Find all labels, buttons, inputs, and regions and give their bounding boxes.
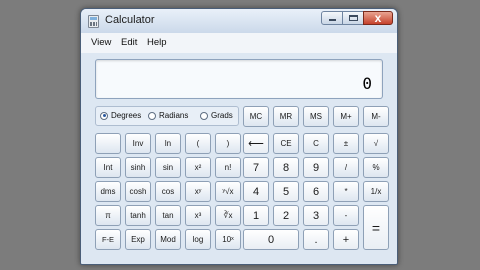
cube-root-button[interactable]: ∛x (215, 205, 241, 226)
inv-button[interactable]: Inv (125, 133, 151, 154)
radio-dot (200, 111, 208, 120)
pi-button[interactable]: π (95, 205, 121, 226)
open-paren-button[interactable]: ( (185, 133, 211, 154)
angle-mode-group: Degrees Radians Grads (95, 106, 239, 126)
ten-power-button[interactable]: 10ˣ (215, 229, 241, 250)
menu-edit[interactable]: Edit (121, 37, 137, 48)
yroot-button[interactable]: ʸ√x (215, 181, 241, 202)
minimize-button[interactable] (321, 11, 343, 25)
sinh-button[interactable]: sinh (125, 157, 151, 178)
maximize-button[interactable] (342, 11, 364, 25)
radio-dot (148, 111, 156, 120)
log-button[interactable]: log (185, 229, 211, 250)
sin-button[interactable]: sin (155, 157, 181, 178)
calculator-icon (88, 15, 99, 28)
fe-button[interactable]: F-E (95, 229, 121, 250)
blank-button[interactable] (95, 133, 121, 154)
c-button[interactable]: C (303, 133, 329, 154)
radio-label: Grads (211, 111, 233, 120)
int-button[interactable]: Int (95, 157, 121, 178)
digit-6-button[interactable]: 6 (303, 181, 329, 202)
window-title: Calculator (105, 14, 155, 26)
display: 0 (95, 59, 383, 99)
factorial-button[interactable]: n! (215, 157, 241, 178)
multiply-button[interactable]: * (333, 181, 359, 202)
menu-bar: View Edit Help (81, 33, 397, 53)
tanh-button[interactable]: tanh (125, 205, 151, 226)
digit-3-button[interactable]: 3 (303, 205, 329, 226)
radio-dot-selected (100, 111, 108, 120)
calculator-window: Calculator x View Edit Help 0 Degrees Ra… (80, 8, 398, 265)
cosh-button[interactable]: cosh (125, 181, 151, 202)
close-paren-button[interactable]: ) (215, 133, 241, 154)
backspace-button[interactable]: ⟵ (243, 133, 269, 154)
dms-button[interactable]: dms (95, 181, 121, 202)
radio-degrees[interactable]: Degrees (100, 111, 141, 120)
power-button[interactable]: xʸ (185, 181, 211, 202)
cube-button[interactable]: x³ (185, 205, 211, 226)
mod-button[interactable]: Mod (155, 229, 181, 250)
ms-button[interactable]: MS (303, 106, 329, 127)
cos-button[interactable]: cos (155, 181, 181, 202)
subtract-button[interactable]: - (333, 205, 359, 226)
menu-view[interactable]: View (91, 37, 111, 48)
tan-button[interactable]: tan (155, 205, 181, 226)
reciprocal-button[interactable]: 1/x (363, 181, 389, 202)
maximize-icon (349, 15, 358, 21)
display-value: 0 (362, 74, 372, 93)
digit-0-button[interactable]: 0 (243, 229, 299, 250)
digit-7-button[interactable]: 7 (243, 157, 269, 178)
mc-button[interactable]: MC (243, 106, 269, 127)
ce-button[interactable]: CE (273, 133, 299, 154)
minimize-icon (329, 19, 336, 21)
radio-radians[interactable]: Radians (148, 111, 188, 120)
divide-button[interactable]: / (333, 157, 359, 178)
square-button[interactable]: x² (185, 157, 211, 178)
decimal-button[interactable]: . (303, 229, 329, 250)
plus-minus-button[interactable]: ± (333, 133, 359, 154)
add-button[interactable]: + (333, 229, 359, 250)
radio-label: Degrees (111, 111, 142, 120)
m-plus-button[interactable]: M+ (333, 106, 359, 127)
sqrt-button[interactable]: √ (363, 133, 389, 154)
close-icon: x (374, 11, 382, 25)
percent-button[interactable]: % (363, 157, 389, 178)
radio-label: Radians (159, 111, 189, 120)
equals-button[interactable]: = (363, 205, 389, 250)
close-button[interactable]: x (363, 11, 393, 25)
radio-grads[interactable]: Grads (200, 111, 233, 120)
title-bar[interactable]: Calculator x (81, 9, 397, 33)
digit-5-button[interactable]: 5 (273, 181, 299, 202)
digit-9-button[interactable]: 9 (303, 157, 329, 178)
digit-1-button[interactable]: 1 (243, 205, 269, 226)
digit-8-button[interactable]: 8 (273, 157, 299, 178)
digit-2-button[interactable]: 2 (273, 205, 299, 226)
m-minus-button[interactable]: M- (363, 106, 389, 127)
mr-button[interactable]: MR (273, 106, 299, 127)
digit-4-button[interactable]: 4 (243, 181, 269, 202)
menu-help[interactable]: Help (147, 37, 167, 48)
exp-button[interactable]: Exp (125, 229, 151, 250)
ln-button[interactable]: ln (155, 133, 181, 154)
